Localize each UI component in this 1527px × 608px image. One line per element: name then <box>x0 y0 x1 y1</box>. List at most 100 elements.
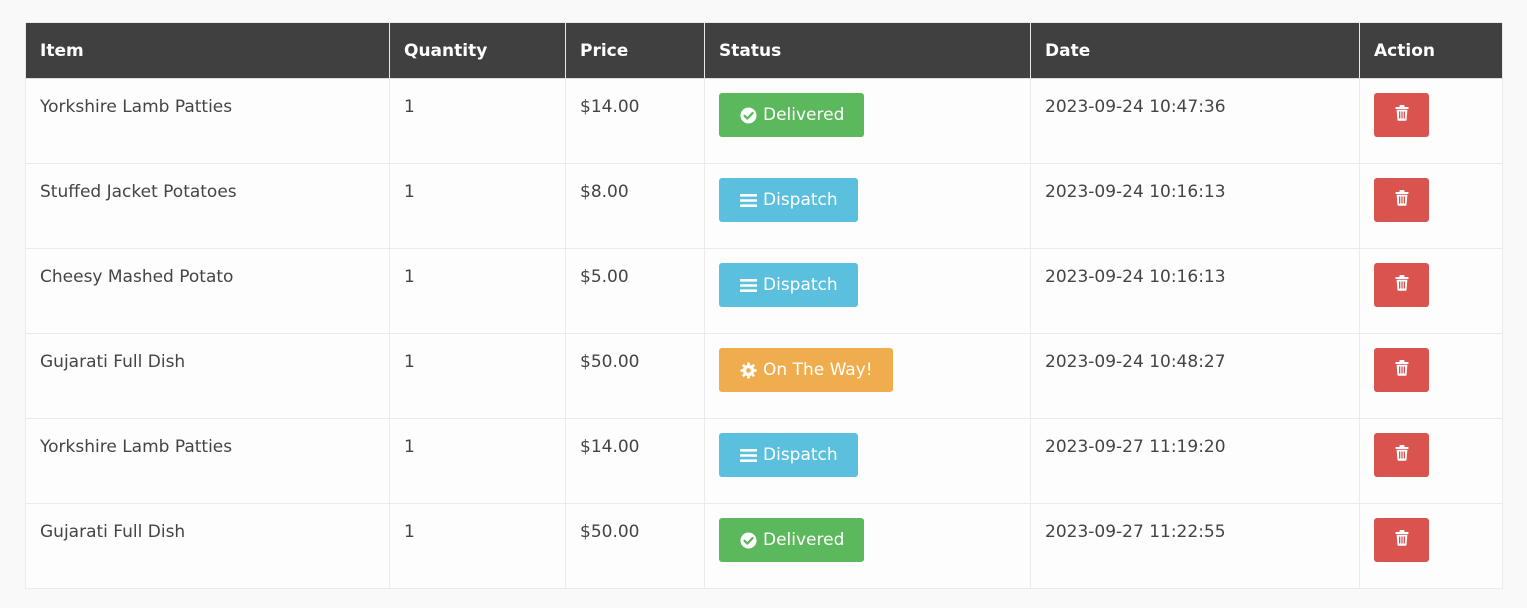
header-price: Price <box>565 22 705 79</box>
price-cell: $14.00 <box>565 78 705 164</box>
quantity-cell: 1 <box>389 503 566 589</box>
quantity-cell: 1 <box>389 78 566 164</box>
price-cell: $50.00 <box>565 333 705 419</box>
trash-icon <box>1395 104 1409 126</box>
quantity-cell: 1 <box>389 418 566 504</box>
quantity-value: 1 <box>404 352 415 372</box>
date-value: 2023-09-24 10:48:27 <box>1045 352 1226 372</box>
delete-button[interactable] <box>1374 178 1429 222</box>
price-cell: $8.00 <box>565 163 705 249</box>
date-cell: 2023-09-24 10:48:27 <box>1030 333 1360 419</box>
quantity-value: 1 <box>404 97 415 117</box>
status-button[interactable]: On The Way! <box>719 348 893 392</box>
bars-icon <box>739 276 757 294</box>
header-date: Date <box>1030 22 1360 79</box>
date-cell: 2023-09-27 11:22:55 <box>1030 503 1360 589</box>
status-cell: On The Way! <box>704 333 1031 419</box>
item-cell: Gujarati Full Dish <box>25 503 390 589</box>
status-cell: Delivered <box>704 503 1031 589</box>
delete-button[interactable] <box>1374 433 1429 477</box>
bars-icon <box>739 191 757 209</box>
item-name: Yorkshire Lamb Patties <box>40 97 233 117</box>
date-cell: 2023-09-24 10:16:13 <box>1030 248 1360 334</box>
price-value: $14.00 <box>580 437 640 457</box>
status-button[interactable]: Delivered <box>719 93 865 137</box>
delete-button[interactable] <box>1374 93 1429 137</box>
action-cell <box>1359 503 1503 589</box>
status-button[interactable]: Dispatch <box>719 263 858 307</box>
header-row: Item Quantity Price Status Date Action <box>25 22 1503 79</box>
date-value: 2023-09-24 10:16:13 <box>1045 267 1226 287</box>
quantity-cell: 1 <box>389 248 566 334</box>
item-cell: Yorkshire Lamb Patties <box>25 418 390 504</box>
action-cell <box>1359 78 1503 164</box>
table-row: Yorkshire Lamb Patties 1 $14.00 Dispatch… <box>25 418 1503 504</box>
quantity-value: 1 <box>404 522 415 542</box>
gear-icon <box>739 361 757 379</box>
item-cell: Stuffed Jacket Potatoes <box>25 163 390 249</box>
item-name: Yorkshire Lamb Patties <box>40 437 233 457</box>
date-cell: 2023-09-24 10:47:36 <box>1030 78 1360 164</box>
date-value: 2023-09-24 10:47:36 <box>1045 97 1226 117</box>
price-value: $14.00 <box>580 97 640 117</box>
header-quantity: Quantity <box>389 22 566 79</box>
trash-icon <box>1395 529 1409 551</box>
orders-table-container: Item Quantity Price Status Date Action Y… <box>25 22 1503 589</box>
date-value: 2023-09-27 11:22:55 <box>1045 522 1226 542</box>
date-value: 2023-09-24 10:16:13 <box>1045 182 1226 202</box>
price-value: $50.00 <box>580 352 640 372</box>
table-header: Item Quantity Price Status Date Action <box>25 22 1503 79</box>
bars-icon <box>739 446 757 464</box>
header-action: Action <box>1359 22 1503 79</box>
action-cell <box>1359 418 1503 504</box>
price-cell: $14.00 <box>565 418 705 504</box>
table-row: Cheesy Mashed Potato 1 $5.00 Dispatch 20… <box>25 248 1503 334</box>
orders-table: Item Quantity Price Status Date Action Y… <box>25 22 1503 589</box>
item-cell: Yorkshire Lamb Patties <box>25 78 390 164</box>
trash-icon <box>1395 444 1409 466</box>
price-value: $50.00 <box>580 522 640 542</box>
action-cell <box>1359 333 1503 419</box>
delete-button[interactable] <box>1374 518 1429 562</box>
date-cell: 2023-09-24 10:16:13 <box>1030 163 1360 249</box>
table-body: Yorkshire Lamb Patties 1 $14.00 Delivere… <box>25 78 1503 589</box>
check-circle-icon <box>739 106 757 124</box>
status-label: Dispatch <box>763 445 838 465</box>
table-row: Stuffed Jacket Potatoes 1 $8.00 Dispatch… <box>25 163 1503 249</box>
quantity-cell: 1 <box>389 333 566 419</box>
quantity-value: 1 <box>404 437 415 457</box>
status-label: Dispatch <box>763 190 838 210</box>
price-value: $5.00 <box>580 267 629 287</box>
delete-button[interactable] <box>1374 348 1429 392</box>
table-row: Gujarati Full Dish 1 $50.00 Delivered 20… <box>25 503 1503 589</box>
action-cell <box>1359 163 1503 249</box>
trash-icon <box>1395 189 1409 211</box>
delete-button[interactable] <box>1374 263 1429 307</box>
price-value: $8.00 <box>580 182 629 202</box>
date-value: 2023-09-27 11:19:20 <box>1045 437 1226 457</box>
status-cell: Dispatch <box>704 418 1031 504</box>
status-label: Delivered <box>763 105 845 125</box>
item-name: Cheesy Mashed Potato <box>40 267 234 287</box>
status-label: Dispatch <box>763 275 838 295</box>
date-cell: 2023-09-27 11:19:20 <box>1030 418 1360 504</box>
status-button[interactable]: Delivered <box>719 518 865 562</box>
item-name: Gujarati Full Dish <box>40 522 186 542</box>
action-cell <box>1359 248 1503 334</box>
table-row: Gujarati Full Dish 1 $50.00 On The Way! … <box>25 333 1503 419</box>
check-circle-icon <box>739 531 757 549</box>
table-row: Yorkshire Lamb Patties 1 $14.00 Delivere… <box>25 78 1503 164</box>
item-cell: Gujarati Full Dish <box>25 333 390 419</box>
quantity-cell: 1 <box>389 163 566 249</box>
status-cell: Dispatch <box>704 248 1031 334</box>
trash-icon <box>1395 359 1409 381</box>
status-cell: Delivered <box>704 78 1031 164</box>
status-button[interactable]: Dispatch <box>719 433 858 477</box>
trash-icon <box>1395 274 1409 296</box>
item-cell: Cheesy Mashed Potato <box>25 248 390 334</box>
status-cell: Dispatch <box>704 163 1031 249</box>
status-button[interactable]: Dispatch <box>719 178 858 222</box>
header-status: Status <box>704 22 1031 79</box>
quantity-value: 1 <box>404 267 415 287</box>
price-cell: $50.00 <box>565 503 705 589</box>
